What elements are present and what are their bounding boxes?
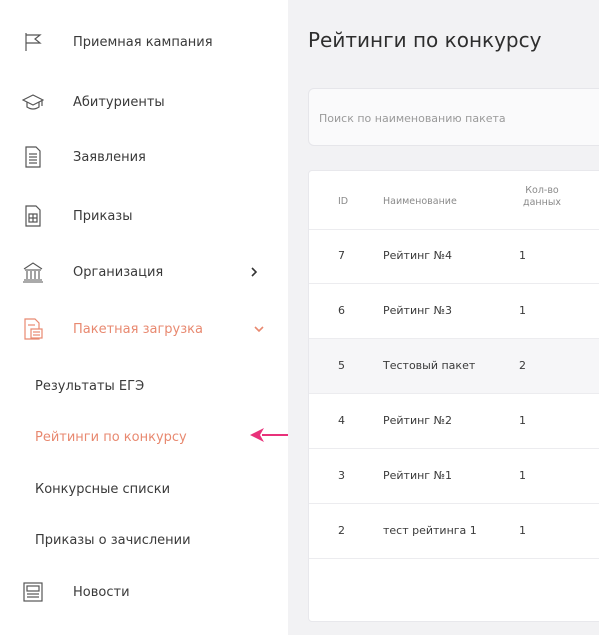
sidebar-item-orders[interactable]: Приказы xyxy=(0,196,288,236)
sidebar-item-admission-campaign[interactable]: Приемная кампания xyxy=(0,22,288,62)
cell-count: 2 xyxy=(519,359,526,372)
sidebar-item-label: Абитуриенты xyxy=(73,94,165,110)
table-row[interactable]: 7 Рейтинг №4 1 xyxy=(309,229,599,284)
sidebar: Приемная кампания Абитуриенты Заявления xyxy=(0,0,322,635)
cell-name: Рейтинг №1 xyxy=(383,469,453,482)
page-title: Рейтинги по конкурсу xyxy=(308,28,542,52)
table-row[interactable]: 3 Рейтинг №1 1 xyxy=(309,449,599,504)
package-upload-icon xyxy=(22,318,44,340)
sidebar-item-applicants[interactable]: Абитуриенты xyxy=(0,82,288,122)
column-header-count[interactable]: Кол-во данных xyxy=(517,185,567,209)
cell-id: 6 xyxy=(338,304,345,317)
sidebar-item-applications[interactable]: Заявления xyxy=(0,137,288,177)
cell-name: Тестовый пакет xyxy=(383,359,476,372)
submenu-item-label: Приказы о зачислении xyxy=(35,532,191,548)
sidebar-item-label: Новости xyxy=(73,584,130,600)
submenu-item-competition-lists[interactable]: Конкурсные списки xyxy=(0,471,288,507)
sidebar-item-organization[interactable]: Организация xyxy=(0,252,288,292)
table-row[interactable]: 2 тест рейтинга 1 1 xyxy=(309,504,599,559)
flag-icon xyxy=(22,31,44,53)
sidebar-item-label: Приказы xyxy=(73,208,133,224)
sidebar-item-label: Заявления xyxy=(73,149,146,165)
cell-id: 7 xyxy=(338,249,345,262)
sidebar-item-batch-upload[interactable]: Пакетная загрузка xyxy=(0,309,288,349)
order-document-icon xyxy=(22,205,44,227)
table-row[interactable]: 4 Рейтинг №2 1 xyxy=(309,394,599,449)
table-row[interactable]: 5 Тестовый пакет 2 xyxy=(309,339,599,394)
cell-id: 3 xyxy=(338,469,345,482)
cell-count: 1 xyxy=(519,414,526,427)
cell-count: 1 xyxy=(519,469,526,482)
column-header-count-line1: Кол-во xyxy=(525,185,559,196)
table-header: ID Наименование Кол-во данных xyxy=(309,171,599,230)
column-header-name[interactable]: Наименование xyxy=(383,196,457,208)
cell-id: 4 xyxy=(338,414,345,427)
building-icon xyxy=(22,261,44,283)
cell-name: Рейтинг №3 xyxy=(383,304,453,317)
cell-name: тест рейтинга 1 xyxy=(383,524,477,537)
graduation-cap-icon xyxy=(22,91,44,113)
search-box[interactable] xyxy=(308,88,599,146)
cell-count: 1 xyxy=(519,524,526,537)
chevron-down-icon xyxy=(254,326,264,333)
chevron-right-icon xyxy=(251,267,258,277)
packages-table: ID Наименование Кол-во данных 7 Рейтинг … xyxy=(308,170,599,622)
sidebar-item-label: Организация xyxy=(73,264,164,280)
submenu-item-enrollment-orders[interactable]: Приказы о зачислении xyxy=(0,522,288,558)
submenu-item-ege-results[interactable]: Результаты ЕГЭ xyxy=(0,368,288,404)
table-row[interactable]: 6 Рейтинг №3 1 xyxy=(309,284,599,339)
submenu-item-label: Конкурсные списки xyxy=(35,481,171,497)
submenu-item-competition-ratings[interactable]: Рейтинги по конкурсу xyxy=(0,419,288,455)
cell-id: 5 xyxy=(338,359,345,372)
cell-count: 1 xyxy=(519,249,526,262)
search-input[interactable] xyxy=(317,107,599,129)
submenu-item-label: Результаты ЕГЭ xyxy=(35,378,145,394)
cell-name: Рейтинг №2 xyxy=(383,414,453,427)
column-header-id[interactable]: ID xyxy=(338,196,348,208)
cell-name: Рейтинг №4 xyxy=(383,249,453,262)
cell-count: 1 xyxy=(519,304,526,317)
sidebar-item-label: Пакетная загрузка xyxy=(73,321,203,337)
submenu-item-label: Рейтинги по конкурсу xyxy=(35,429,187,445)
newspaper-icon xyxy=(22,581,44,603)
column-header-count-line2: данных xyxy=(523,197,561,208)
main-content: Рейтинги по конкурсу ID Наименование Кол… xyxy=(288,0,599,635)
sidebar-item-label: Приемная кампания xyxy=(73,34,213,50)
sidebar-item-news[interactable]: Новости xyxy=(0,572,288,612)
document-icon xyxy=(22,146,44,168)
cell-id: 2 xyxy=(338,524,345,537)
